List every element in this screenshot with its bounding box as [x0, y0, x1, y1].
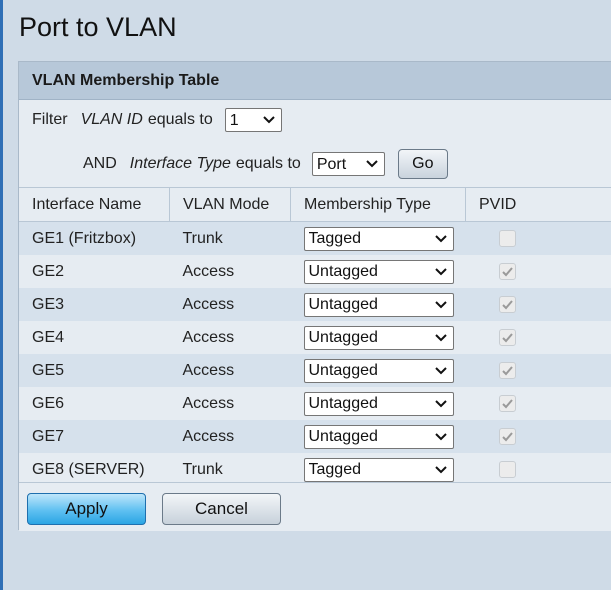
checkmark-icon — [501, 366, 513, 376]
vlan-membership-panel: VLAN Membership Table Filter VLAN ID equ… — [18, 61, 611, 531]
table-row: GE3 Access Untagged — [19, 288, 611, 321]
interface-name-cell: GE3 — [19, 288, 170, 321]
interface-name-cell: GE7 — [19, 420, 170, 453]
col-membership-type: Membership Type — [290, 187, 466, 222]
left-edge-bar — [0, 0, 3, 590]
pvid-cell — [465, 387, 611, 420]
membership-type-select[interactable]: Untagged — [303, 358, 454, 383]
panel-header: VLAN Membership Table — [19, 62, 611, 100]
pvid-cell — [465, 221, 611, 255]
filter-interface-row: AND Interface Type equals to Port Go — [83, 149, 448, 179]
vlan-op-label: equals to — [147, 111, 213, 128]
membership-select-wrap[interactable]: Untagged — [303, 424, 454, 449]
interface-type-field-label: Interface Type — [129, 155, 231, 172]
vlan-mode-cell: Access — [169, 354, 291, 387]
filter-label: Filter — [32, 111, 68, 128]
membership-select-wrap[interactable]: Untagged — [303, 325, 454, 350]
vlan-mode-cell: Access — [169, 255, 291, 288]
interface-op-label: equals to — [235, 155, 301, 172]
pvid-cell — [465, 288, 611, 321]
interface-type-select[interactable]: Port — [311, 152, 385, 176]
checkmark-icon — [501, 333, 513, 343]
table-row: GE7 Access Untagged — [19, 420, 611, 453]
vlan-id-field-label: VLAN ID — [80, 111, 143, 128]
pvid-checkbox[interactable] — [498, 229, 516, 247]
pvid-cell — [465, 255, 611, 288]
membership-select-wrap[interactable]: Untagged — [303, 259, 454, 284]
filter-vlan-row: Filter VLAN ID equals to 1 — [32, 108, 282, 132]
checkmark-icon — [501, 300, 513, 310]
checkmark-icon — [501, 267, 513, 277]
membership-select-wrap[interactable]: Tagged — [303, 457, 454, 482]
membership-select-wrap[interactable]: Untagged — [303, 391, 454, 416]
cancel-button[interactable]: Cancel — [162, 493, 281, 525]
membership-type-select[interactable]: Untagged — [303, 424, 454, 449]
vlan-mode-cell: Access — [169, 321, 291, 354]
membership-type-cell: Tagged — [290, 221, 466, 255]
vlan-id-select[interactable]: 1 — [224, 108, 282, 132]
table-row: GE1 (Fritzbox) Trunk Tagged — [19, 221, 611, 255]
interface-name-cell: GE5 — [19, 354, 170, 387]
table-row: GE4 Access Untagged — [19, 321, 611, 354]
pvid-checkbox[interactable] — [498, 394, 516, 412]
vlan-mode-cell: Access — [169, 288, 291, 321]
interface-name-cell: GE6 — [19, 387, 170, 420]
membership-type-select[interactable]: Untagged — [303, 259, 454, 284]
membership-type-select[interactable]: Untagged — [303, 325, 454, 350]
membership-select-wrap[interactable]: Untagged — [303, 358, 454, 383]
apply-button[interactable]: Apply — [27, 493, 146, 525]
pvid-cell — [465, 321, 611, 354]
membership-type-cell: Untagged — [290, 255, 466, 288]
interface-name-cell: GE4 — [19, 321, 170, 354]
pvid-checkbox[interactable] — [498, 295, 516, 313]
membership-type-select[interactable]: Untagged — [303, 292, 454, 317]
membership-type-cell: Untagged — [290, 354, 466, 387]
membership-select-wrap[interactable]: Tagged — [303, 226, 454, 251]
col-vlan-mode: VLAN Mode — [169, 187, 291, 222]
page-title: Port to VLAN — [19, 12, 177, 42]
go-button[interactable]: Go — [397, 149, 448, 179]
vlan-mode-cell: Access — [169, 387, 291, 420]
interface-type-select-wrap[interactable]: Port — [311, 152, 385, 176]
pvid-cell — [465, 354, 611, 387]
button-bar: Apply Cancel — [19, 482, 611, 531]
membership-type-cell: Untagged — [290, 420, 466, 453]
membership-type-select[interactable]: Tagged — [303, 226, 454, 251]
vlan-id-select-wrap[interactable]: 1 — [224, 108, 282, 132]
membership-type-select[interactable]: Tagged — [303, 457, 454, 482]
pvid-checkbox[interactable] — [498, 361, 516, 379]
col-interface-name: Interface Name — [19, 187, 170, 222]
pvid-checkbox[interactable] — [498, 427, 516, 445]
membership-type-cell: Untagged — [290, 321, 466, 354]
table-row: GE5 Access Untagged — [19, 354, 611, 387]
interface-name-cell: GE2 — [19, 255, 170, 288]
membership-type-cell: Untagged — [290, 387, 466, 420]
pvid-checkbox[interactable] — [498, 460, 516, 478]
vlan-mode-cell: Trunk — [169, 221, 291, 255]
table-row: GE2 Access Untagged — [19, 255, 611, 288]
checkmark-icon — [501, 432, 513, 442]
col-pvid: PVID — [465, 187, 611, 222]
membership-select-wrap[interactable]: Untagged — [303, 292, 454, 317]
pvid-cell — [465, 420, 611, 453]
checkmark-icon — [501, 399, 513, 409]
pvid-checkbox[interactable] — [498, 328, 516, 346]
vlan-membership-table: Interface Name VLAN Mode Membership Type… — [19, 187, 611, 486]
and-label: AND — [83, 155, 117, 172]
pvid-checkbox[interactable] — [498, 262, 516, 280]
vlan-mode-cell: Access — [169, 420, 291, 453]
membership-type-select[interactable]: Untagged — [303, 391, 454, 416]
interface-name-cell: GE1 (Fritzbox) — [19, 221, 170, 255]
table-row: GE6 Access Untagged — [19, 387, 611, 420]
membership-type-cell: Untagged — [290, 288, 466, 321]
